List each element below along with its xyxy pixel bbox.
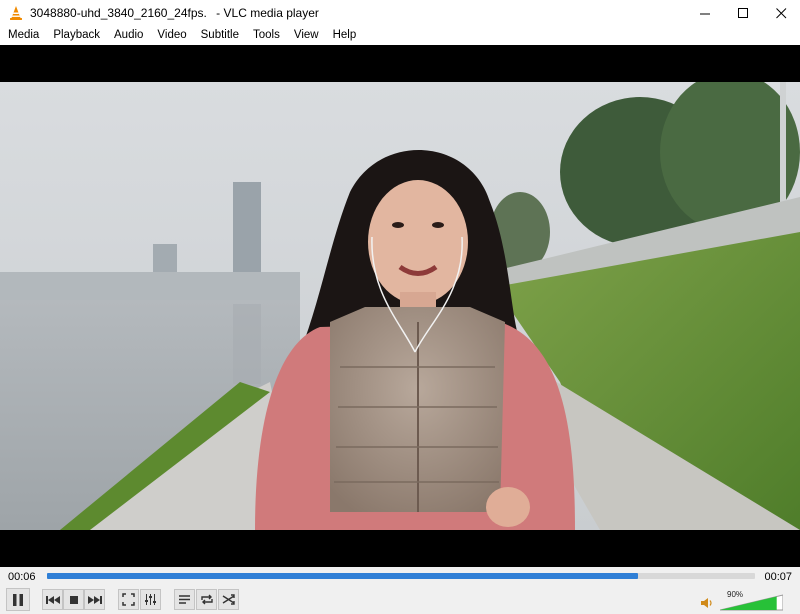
shuffle-button[interactable] — [218, 589, 239, 610]
fullscreen-icon — [122, 593, 135, 606]
playlist-button[interactable] — [174, 589, 195, 610]
menu-media[interactable]: Media — [0, 26, 45, 45]
seek-progress-fill — [47, 573, 639, 579]
volume-slider[interactable] — [720, 591, 783, 611]
maximize-button[interactable] — [724, 0, 762, 26]
total-time[interactable]: 00:07 — [764, 571, 792, 583]
minimize-icon — [699, 13, 710, 14]
close-button[interactable] — [762, 0, 800, 26]
playlist-icon — [179, 595, 190, 604]
maximize-icon — [737, 7, 748, 18]
window-title-separator: - — [212, 6, 224, 20]
menu-video[interactable]: Video — [149, 26, 192, 45]
fullscreen-button[interactable] — [118, 589, 139, 610]
shuffle-icon — [222, 594, 235, 605]
previous-icon — [45, 595, 60, 604]
speaker-icon[interactable] — [700, 596, 714, 610]
loop-button[interactable] — [196, 589, 217, 610]
window-app-name: VLC media player — [223, 6, 319, 20]
window-filename: 3048880-uhd_3840_2160_24fps. — [30, 6, 207, 20]
video-frame[interactable] — [0, 82, 800, 530]
loop-icon — [200, 594, 213, 605]
next-button[interactable] — [84, 589, 105, 610]
stop-button[interactable] — [63, 589, 84, 610]
title-bar: 3048880-uhd_3840_2160_24fps. - VLC media… — [0, 0, 800, 26]
minimize-button[interactable] — [686, 0, 724, 26]
equalizer-icon — [145, 594, 156, 605]
seek-slider[interactable] — [47, 573, 755, 579]
menu-audio[interactable]: Audio — [106, 26, 149, 45]
menu-playback[interactable]: Playback — [45, 26, 106, 45]
elapsed-time[interactable]: 00:06 — [8, 571, 36, 583]
seek-row: 00:06 00:07 — [0, 567, 800, 587]
previous-button[interactable] — [42, 589, 63, 610]
pause-icon — [13, 593, 23, 606]
video-still-image — [0, 82, 800, 530]
control-bar: 90% — [0, 587, 800, 614]
menu-view[interactable]: View — [286, 26, 325, 45]
video-area[interactable] — [0, 45, 800, 567]
pause-button[interactable] — [6, 588, 30, 611]
menu-tools[interactable]: Tools — [245, 26, 286, 45]
close-icon — [775, 7, 786, 18]
extended-settings-button[interactable] — [140, 589, 161, 610]
stop-icon — [69, 595, 78, 604]
next-icon — [87, 595, 102, 604]
menu-help[interactable]: Help — [325, 26, 363, 45]
menu-subtitle[interactable]: Subtitle — [193, 26, 245, 45]
menu-bar: Media Playback Audio Video Subtitle Tool… — [0, 26, 800, 45]
vlc-cone-icon — [10, 6, 22, 20]
